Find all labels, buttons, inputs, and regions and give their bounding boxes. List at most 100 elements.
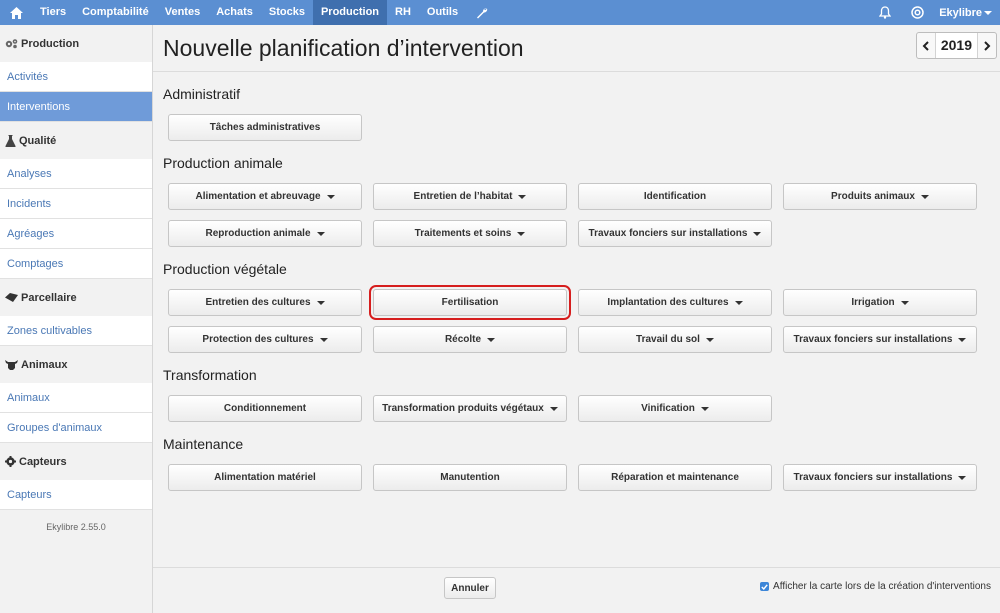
procedure-button-label: Réparation et maintenance <box>611 472 739 483</box>
sidebar-section-title: Capteurs <box>19 455 67 468</box>
procedure-dropdown-button[interactable]: Travaux fonciers sur installations <box>578 220 772 247</box>
procedure-button[interactable]: Manutention <box>373 464 567 491</box>
check-icon <box>761 583 768 590</box>
procedure-dropdown-button[interactable]: Travaux fonciers sur installations <box>783 326 977 353</box>
caret-down-icon <box>326 195 335 199</box>
procedure-button-label: Fertilisation <box>441 297 499 308</box>
procedure-button-label: Alimentation matériel <box>214 472 316 483</box>
procedure-button-label: Irrigation <box>851 297 895 308</box>
sidebar-item-zones-cultivables[interactable]: Zones cultivables <box>0 316 152 346</box>
caret-down-icon <box>487 338 496 342</box>
procedure-button-grid: Tâches administratives <box>163 114 990 141</box>
show-map-checkbox[interactable] <box>760 582 770 591</box>
caret-down-icon <box>517 232 526 236</box>
sidebar-section-title: Qualité <box>19 134 57 147</box>
main-content: Nouvelle planification d’intervention 20… <box>153 25 1000 613</box>
group-title: Maintenance <box>163 436 244 452</box>
help-lifebuoy-icon[interactable] <box>901 0 933 25</box>
procedure-button-label: Entretien de l’habitat <box>413 191 513 202</box>
sidebar-section-parcellaire: Parcellaire <box>0 279 152 316</box>
sidebar-section-title: Parcellaire <box>21 291 77 304</box>
bell-icon[interactable] <box>869 0 901 25</box>
sidebar-item-activites[interactable]: Activités <box>0 62 152 92</box>
procedure-button[interactable]: Fertilisation <box>369 285 571 320</box>
year-value: 2019 <box>934 33 978 58</box>
sidebar-item-agreages[interactable]: Agréages <box>0 219 152 249</box>
group-title: Production végétale <box>163 261 287 277</box>
sidebar-item-comptages[interactable]: Comptages <box>0 249 152 279</box>
procedure-button-label: Traitements et soins <box>414 228 512 239</box>
cogs-icon <box>5 39 18 49</box>
caret-down-icon <box>753 232 762 236</box>
nav-tiers[interactable]: Tiers <box>32 0 74 25</box>
cancel-button[interactable]: Annuler <box>444 577 496 599</box>
wrench-icon[interactable] <box>466 0 498 25</box>
nav-stocks[interactable]: Stocks <box>261 0 313 25</box>
group-title: Administratif <box>163 86 241 102</box>
sidebar-item-interventions[interactable]: Interventions <box>0 92 152 122</box>
procedure-dropdown-button[interactable]: Travaux fonciers sur installations <box>783 464 977 491</box>
procedure-button[interactable]: Alimentation matériel <box>168 464 362 491</box>
sidebar-item-capteurs[interactable]: Capteurs <box>0 480 152 510</box>
procedure-dropdown-button[interactable]: Travail du sol <box>578 326 772 353</box>
procedure-dropdown-button[interactable]: Alimentation et abreuvage <box>168 183 362 210</box>
nav-ventes[interactable]: Ventes <box>157 0 208 25</box>
sidebar-item-animaux[interactable]: Animaux <box>0 383 152 413</box>
procedure-button-label: Identification <box>643 191 707 202</box>
procedure-button-label: Produits animaux <box>831 191 915 202</box>
user-menu[interactable]: Ekylibre <box>933 7 1000 19</box>
chevron-left-icon[interactable] <box>917 33 935 58</box>
nav-outils[interactable]: Outils <box>419 0 466 25</box>
version-label: Ekylibre 2.55.0 <box>46 522 106 532</box>
flask-icon <box>5 134 16 147</box>
procedure-dropdown-button[interactable]: Vinification <box>578 395 772 422</box>
procedure-dropdown-button[interactable]: Irrigation <box>783 289 977 316</box>
caret-down-icon <box>316 232 325 236</box>
procedure-button-label: Manutention <box>440 472 500 483</box>
procedure-button-label: Travail du sol <box>636 334 700 345</box>
home-icon[interactable] <box>0 0 32 25</box>
form-footer: Annuler Afficher la carte lors de la cré… <box>153 567 1000 613</box>
chevron-right-icon[interactable] <box>978 33 996 58</box>
procedure-button-label: Reproduction animale <box>205 228 311 239</box>
caret-down-icon <box>316 301 325 305</box>
procedure-dropdown-button[interactable]: Entretien de l’habitat <box>373 183 567 210</box>
nav-production[interactable]: Production <box>312 0 388 25</box>
caret-down-icon <box>518 195 527 199</box>
procedure-button-label: Implantation des cultures <box>607 297 729 308</box>
procedure-dropdown-button[interactable]: Transformation produits végétaux <box>373 395 567 422</box>
user-name: Ekylibre <box>939 6 982 19</box>
procedure-groups: Administratif Tâches administratives Produ… <box>153 86 1000 491</box>
caret-down-icon <box>958 338 967 342</box>
procedure-dropdown-button[interactable]: Récolte <box>373 326 567 353</box>
procedure-dropdown-button[interactable]: Traitements et soins <box>373 220 567 247</box>
procedure-button-label: Alimentation et abreuvage <box>195 191 321 202</box>
sidebar-item-analyses[interactable]: Analyses <box>0 159 152 189</box>
procedure-button[interactable]: Conditionnement <box>168 395 362 422</box>
procedure-button-label: Travaux fonciers sur installations <box>588 228 748 239</box>
procedure-button[interactable]: Réparation et maintenance <box>578 464 772 491</box>
procedure-dropdown-button[interactable]: Entretien des cultures <box>168 289 362 316</box>
procedure-dropdown-button[interactable]: Implantation des cultures <box>578 289 772 316</box>
sidebar-item-groupes-animaux[interactable]: Groupes d'animaux <box>0 413 152 443</box>
nav-rh[interactable]: RH <box>387 0 419 25</box>
sidebar-item-incidents[interactable]: Incidents <box>0 189 152 219</box>
nav-achats[interactable]: Achats <box>208 0 261 25</box>
year-navigator: 2019 <box>915 32 997 59</box>
procedure-button-label: Vinification <box>641 403 695 414</box>
show-map-option[interactable]: Afficher la carte lors de la création d'… <box>760 581 991 592</box>
nav-comptabilite[interactable]: Comptabilité <box>74 0 157 25</box>
procedure-button[interactable]: Tâches administratives <box>168 114 362 141</box>
procedure-dropdown-button[interactable]: Protection des cultures <box>168 326 362 353</box>
procedure-dropdown-button[interactable]: Reproduction animale <box>168 220 362 247</box>
procedure-button-label: Travaux fonciers sur installations <box>793 334 953 345</box>
sidebar: Production Activités Interventions Quali… <box>0 25 153 613</box>
group-title: Production animale <box>163 155 283 171</box>
procedure-button[interactable]: Identification <box>578 183 772 210</box>
procedure-button-label: Travaux fonciers sur installations <box>793 472 953 483</box>
procedure-dropdown-button[interactable]: Produits animaux <box>783 183 977 210</box>
caret-down-icon <box>958 476 967 480</box>
procedure-button-grid: Entretien des cultures Fertilisation Impla… <box>163 285 990 353</box>
caret-down-icon <box>319 338 328 342</box>
sidebar-section-animaux: Animaux <box>0 346 152 383</box>
